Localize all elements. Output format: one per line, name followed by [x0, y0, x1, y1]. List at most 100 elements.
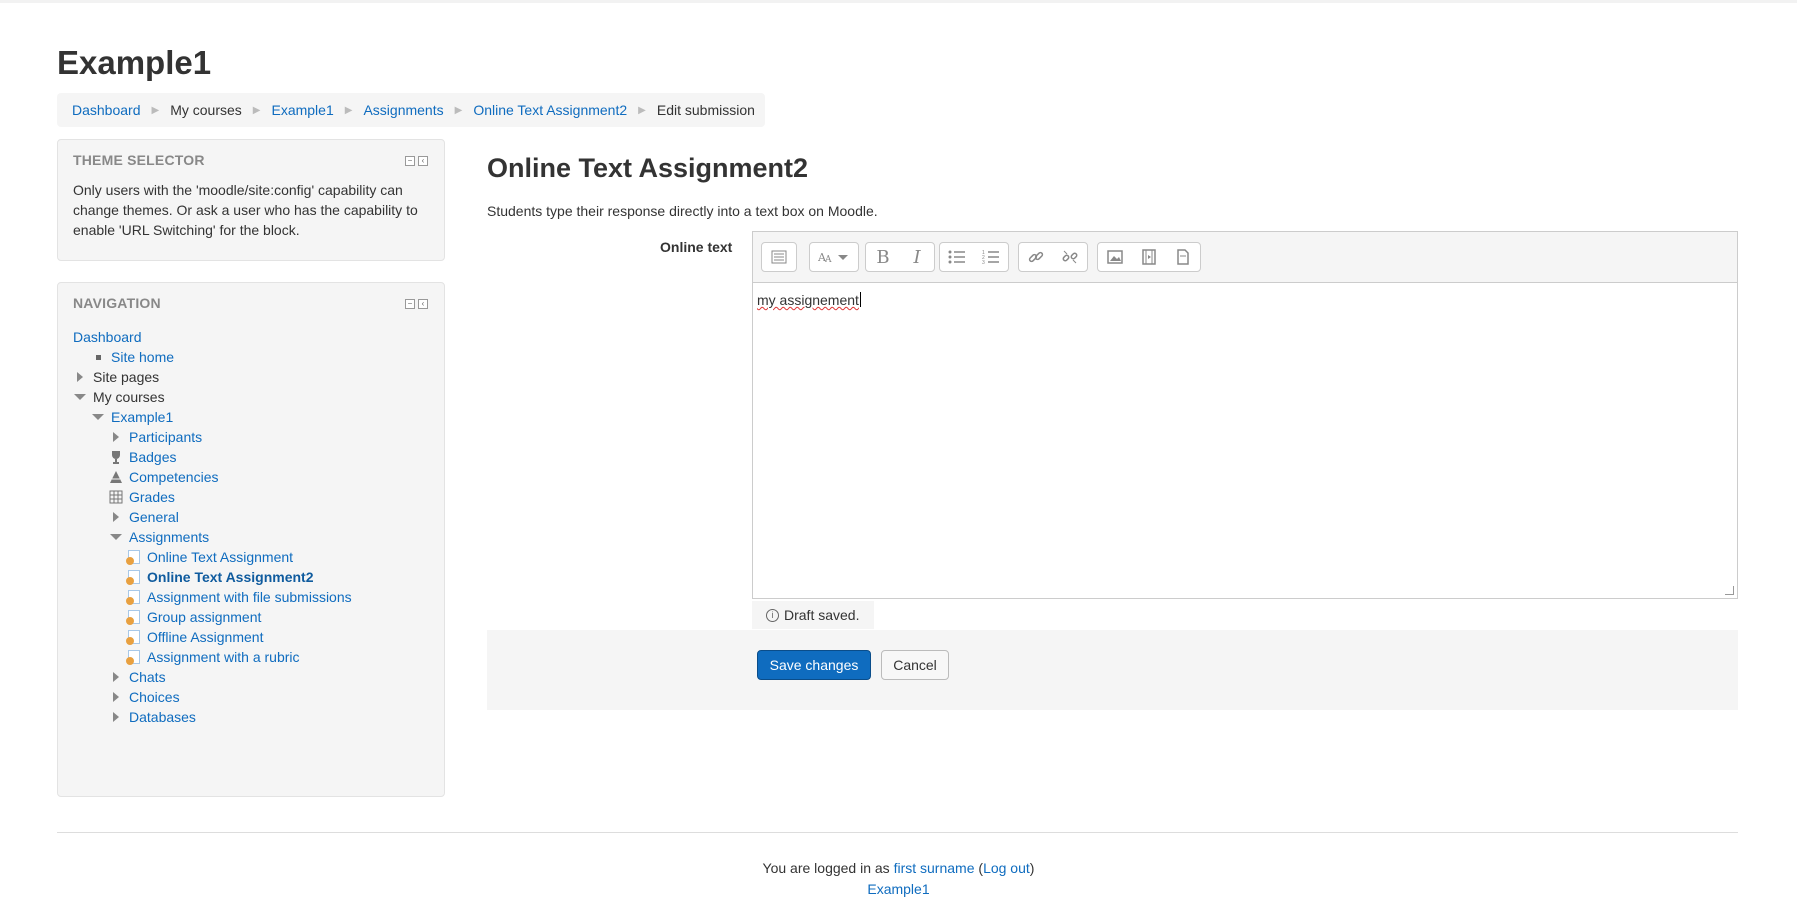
nav-item[interactable]: Competencies: [109, 467, 219, 487]
save-changes-button[interactable]: Save changes: [757, 650, 871, 680]
nav-item-label[interactable]: Grades: [129, 487, 175, 507]
unlink-icon[interactable]: [1053, 243, 1087, 271]
nav-item-label[interactable]: Online Text Assignment: [147, 547, 293, 567]
toolbar-group: [761, 242, 797, 272]
block-controls: − ‹: [405, 299, 428, 309]
breadcrumb: Dashboard ▶ My courses ▶ Example1 ▶ Assi…: [57, 93, 765, 127]
block-header: NAVIGATION − ‹: [58, 283, 444, 311]
expand-arrow-icon[interactable]: [109, 429, 123, 445]
nav-item-label[interactable]: Dashboard: [73, 327, 142, 347]
editor-content[interactable]: my assignement: [757, 292, 861, 308]
collapse-arrow-icon[interactable]: [109, 529, 123, 545]
nav-item[interactable]: Choices: [109, 687, 180, 707]
nav-item-label[interactable]: Group assignment: [147, 607, 261, 627]
form-actions: Save changes Cancel: [487, 630, 1738, 710]
nav-item-label[interactable]: Assignments: [129, 527, 209, 547]
expand-arrow-icon[interactable]: [109, 669, 123, 685]
nav-item-label[interactable]: Databases: [129, 707, 196, 727]
breadcrumb-dashboard[interactable]: Dashboard: [72, 102, 141, 118]
text-caret: [859, 292, 861, 307]
toolbar-group: [1018, 242, 1088, 272]
nav-item-label[interactable]: Chats: [129, 667, 166, 687]
nav-item[interactable]: Grades: [109, 487, 175, 507]
competency-icon: [109, 469, 123, 485]
toolbar-toggle-icon[interactable]: [762, 243, 796, 271]
nav-item-label[interactable]: General: [129, 507, 179, 527]
resize-handle-icon[interactable]: [1725, 586, 1734, 595]
nav-item-label[interactable]: Participants: [129, 427, 202, 447]
nav-item-label[interactable]: Assignment with a rubric: [147, 647, 300, 667]
grades-table-icon: [109, 489, 123, 505]
nav-item: Site pages: [73, 367, 159, 387]
expand-arrow-icon[interactable]: [109, 709, 123, 725]
nav-item[interactable]: General: [109, 507, 179, 527]
italic-icon[interactable]: I: [900, 243, 934, 271]
minimize-icon[interactable]: −: [405, 156, 415, 166]
nav-item-label[interactable]: Competencies: [129, 467, 219, 487]
breadcrumb-separator-icon: ▶: [454, 104, 463, 116]
breadcrumb-edit-submission: Edit submission: [656, 102, 755, 118]
unordered-list-icon[interactable]: [940, 243, 974, 271]
nav-item-label[interactable]: Choices: [129, 687, 180, 707]
block-header: THEME SELECTOR − ‹: [58, 140, 444, 168]
breadcrumb-separator-icon: ▶: [252, 104, 261, 116]
breadcrumb-course[interactable]: Example1: [271, 102, 333, 118]
ordered-list-icon[interactable]: 123: [974, 243, 1008, 271]
media-icon[interactable]: [1132, 243, 1166, 271]
font-style-icon[interactable]: AA: [810, 243, 858, 271]
nav-item-label[interactable]: Site home: [111, 347, 174, 367]
expand-arrow-icon[interactable]: [109, 509, 123, 525]
theme-selector-text: Only users with the 'moodle/site:config'…: [73, 182, 418, 238]
breadcrumb-assignments[interactable]: Assignments: [363, 102, 443, 118]
nav-item[interactable]: Databases: [109, 707, 196, 727]
nav-item[interactable]: Assignment with a rubric: [126, 647, 300, 667]
svg-text:A: A: [824, 255, 832, 264]
toolbar-group: [1097, 242, 1201, 272]
nav-item[interactable]: Assignment with file submissions: [126, 587, 352, 607]
nav-item[interactable]: Example1: [91, 407, 173, 427]
svg-text:3: 3: [982, 260, 985, 264]
collapse-arrow-icon[interactable]: [91, 409, 105, 425]
nav-item[interactable]: Offline Assignment: [126, 627, 263, 647]
expand-arrow-icon[interactable]: [73, 369, 87, 385]
assignment-icon: [126, 609, 141, 625]
nav-item[interactable]: Badges: [109, 447, 176, 467]
nav-item[interactable]: Online Text Assignment2: [126, 567, 313, 587]
assignment-icon: [126, 549, 141, 565]
image-icon[interactable]: [1098, 243, 1132, 271]
nav-item-label[interactable]: Assignment with file submissions: [147, 587, 352, 607]
nav-item[interactable]: Assignments: [109, 527, 209, 547]
collapse-arrow-icon[interactable]: [73, 389, 87, 405]
footer-course-link[interactable]: Example1: [867, 881, 929, 897]
breadcrumb-separator-icon: ▶: [344, 104, 353, 116]
nav-item-label: My courses: [93, 389, 165, 405]
breadcrumb-assignment[interactable]: Online Text Assignment2: [473, 102, 627, 118]
nav-item[interactable]: Dashboard: [73, 327, 142, 347]
nav-item[interactable]: Online Text Assignment: [126, 547, 293, 567]
user-profile-link[interactable]: first surname: [894, 860, 975, 876]
expand-arrow-icon[interactable]: [109, 689, 123, 705]
footer-divider: [57, 832, 1738, 833]
nav-item-label[interactable]: Badges: [129, 447, 176, 467]
nav-item[interactable]: Group assignment: [126, 607, 261, 627]
nav-item[interactable]: Site home: [91, 347, 174, 367]
dock-icon[interactable]: ‹: [418, 156, 428, 166]
minimize-icon[interactable]: −: [405, 299, 415, 309]
dock-icon[interactable]: ‹: [418, 299, 428, 309]
assignment-icon: [126, 569, 141, 585]
footer-course: Example1: [0, 881, 1797, 897]
nav-item-label[interactable]: Example1: [111, 407, 173, 427]
link-icon[interactable]: [1019, 243, 1053, 271]
nav-item-label[interactable]: Online Text Assignment2: [147, 567, 313, 587]
bold-icon[interactable]: B: [866, 243, 900, 271]
nav-item-label[interactable]: Offline Assignment: [147, 627, 263, 647]
top-border: [0, 0, 1797, 3]
logout-link[interactable]: Log out: [983, 860, 1030, 876]
nav-item[interactable]: Participants: [109, 427, 202, 447]
cancel-button[interactable]: Cancel: [881, 650, 949, 680]
trophy-icon: [109, 449, 123, 465]
editor-text: my assignement: [757, 292, 859, 308]
nav-item[interactable]: Chats: [109, 667, 166, 687]
manage-files-icon[interactable]: [1166, 243, 1200, 271]
assignment-icon: [126, 649, 141, 665]
